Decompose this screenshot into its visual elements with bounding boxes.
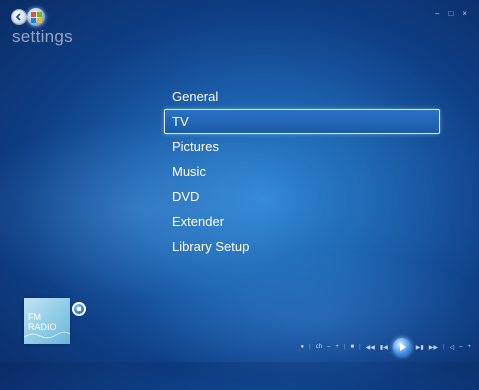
back-button[interactable] [12, 10, 26, 24]
stop-icon[interactable] [72, 302, 86, 316]
menu-item-library-setup[interactable]: Library Setup [164, 234, 440, 259]
stop-button-icon[interactable]: ■ [350, 344, 354, 350]
separator: | [309, 344, 311, 350]
fm-radio-label: FM RADIO [28, 312, 57, 332]
restore-icon[interactable]: □ [448, 9, 453, 18]
menu-item-music[interactable]: Music [164, 159, 440, 184]
guide-icon[interactable]: ● [301, 344, 305, 350]
mute-icon[interactable]: ◁ [450, 344, 455, 351]
minimize-icon[interactable]: – [435, 9, 439, 18]
window-controls: – □ × [435, 9, 467, 18]
skip-back-icon[interactable]: ▮◀ [380, 344, 388, 351]
channel-label: ch [315, 344, 323, 350]
radio-wave-icon [24, 331, 70, 339]
volume-down-icon[interactable]: – [459, 344, 462, 350]
transport-controls: ● | ch – + | ■ | ◀◀ ▮◀ ▶▮ ▶▶ | ◁ – + [301, 338, 471, 356]
volume-up-icon[interactable]: + [467, 344, 471, 350]
page-title: settings [12, 27, 73, 46]
fm-radio-tile[interactable]: FM RADIO [24, 298, 70, 344]
windows-start-button[interactable] [27, 8, 45, 26]
close-icon[interactable]: × [462, 9, 467, 18]
menu-item-tv[interactable]: TV [164, 109, 440, 134]
channel-up-icon[interactable]: + [335, 344, 339, 350]
play-icon[interactable] [392, 338, 411, 356]
skip-forward-icon[interactable]: ▶▮ [416, 344, 424, 351]
rewind-icon[interactable]: ◀◀ [366, 344, 375, 351]
separator: | [442, 344, 445, 350]
menu-item-extender[interactable]: Extender [164, 209, 440, 234]
channel-down-icon[interactable]: – [327, 344, 330, 350]
fm-radio-line1: FM [28, 312, 41, 322]
separator: | [343, 344, 346, 350]
menu-item-dvd[interactable]: DVD [164, 184, 440, 209]
back-arrow-icon [15, 13, 21, 21]
fast-forward-icon[interactable]: ▶▶ [429, 344, 438, 351]
separator: | [359, 344, 361, 350]
menu-item-pictures[interactable]: Pictures [164, 134, 440, 159]
menu-item-general[interactable]: General [164, 84, 440, 109]
settings-menu: General TV Pictures Music DVD Extender L… [164, 84, 440, 259]
